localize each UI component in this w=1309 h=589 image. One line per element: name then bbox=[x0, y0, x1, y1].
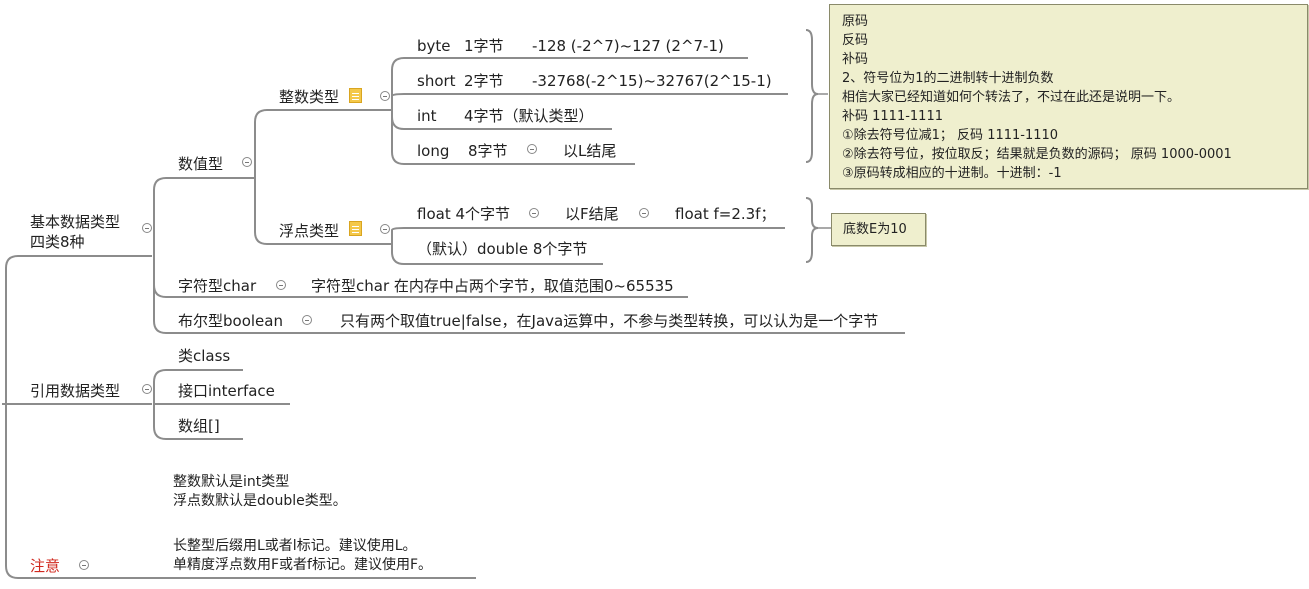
collapse-float-suffix-icon[interactable] bbox=[639, 208, 649, 218]
node-integer-types[interactable]: 整数类型 bbox=[279, 88, 339, 106]
node-numeric[interactable]: 数值型 bbox=[178, 155, 223, 173]
summary-line: ②除去符号位，按位取反；结果就是负数的源码； 原码 1000-0001 bbox=[842, 147, 1232, 162]
summary-line: 2、符号位为1的二进制转十进制负数 bbox=[842, 71, 1054, 86]
summary-line: 补码 1111-1111 bbox=[842, 109, 943, 124]
node-basic-types-line1[interactable]: 基本数据类型 bbox=[30, 213, 120, 231]
notice-line: 单精度浮点数用F或者f标记。建议使用F。 bbox=[173, 557, 433, 573]
summary-integer-box[interactable]: 原码 反码 补码 2、符号位为1的二进制转十进制负数 相信大家已经知道如何个转法… bbox=[829, 4, 1308, 189]
node-boolean-desc[interactable]: 只有两个取值true|false，在Java运算中，不参与类型转换，可以认为是一… bbox=[340, 312, 878, 330]
node-notice[interactable]: 注意 bbox=[30, 557, 60, 575]
summary-float-text: 底数E为10 bbox=[843, 222, 907, 237]
node-byte-range: -128 (-2^7)~127 (2^7-1) bbox=[532, 37, 724, 55]
node-float-types[interactable]: 浮点类型 bbox=[279, 222, 339, 240]
node-short-range: -32768(-2^15)~32767(2^15-1) bbox=[532, 72, 772, 90]
summary-line: ①除去符号位减1； 反码 1111-1110 bbox=[842, 128, 1059, 143]
collapse-long-icon[interactable] bbox=[527, 144, 537, 154]
notice-line: 整数默认是int类型 bbox=[173, 474, 290, 490]
node-int-size: 4字节（默认类型） bbox=[464, 107, 594, 125]
summary-line: 反码 bbox=[842, 33, 869, 48]
collapse-float-icon[interactable] bbox=[529, 208, 539, 218]
collapse-integer-icon[interactable] bbox=[380, 91, 390, 101]
node-short-size: 2字节 bbox=[464, 72, 504, 90]
node-boolean[interactable]: 布尔型boolean bbox=[178, 312, 283, 330]
node-basic-types-line2[interactable]: 四类8种 bbox=[30, 233, 85, 251]
collapse-notice-icon[interactable] bbox=[79, 560, 89, 570]
collapse-basic-icon[interactable] bbox=[142, 223, 152, 233]
node-float[interactable]: float 4个字节 bbox=[417, 205, 510, 223]
node-char[interactable]: 字符型char bbox=[178, 277, 256, 295]
collapse-numeric-icon[interactable] bbox=[242, 157, 252, 167]
node-double[interactable]: （默认）double 8个字节 bbox=[417, 240, 587, 258]
node-reference-item[interactable]: 接口interface bbox=[178, 382, 275, 400]
node-byte-size: 1字节 bbox=[464, 37, 504, 55]
node-long-size: 8字节 bbox=[468, 142, 508, 160]
summary-line: 原码 bbox=[842, 14, 869, 29]
node-reference-types[interactable]: 引用数据类型 bbox=[30, 382, 120, 400]
notice-line: 浮点数默认是double类型。 bbox=[173, 493, 347, 509]
node-reference-item[interactable]: 数组[] bbox=[178, 417, 220, 435]
note-icon[interactable] bbox=[349, 221, 362, 236]
node-short[interactable]: short bbox=[417, 72, 456, 90]
summary-line: 补码 bbox=[842, 52, 869, 67]
collapse-reference-icon[interactable] bbox=[142, 384, 152, 394]
notice-line: 长整型后缀用L或者l标记。建议使用L。 bbox=[173, 538, 417, 554]
node-int[interactable]: int bbox=[417, 107, 437, 125]
summary-float-box[interactable]: 底数E为10 bbox=[831, 213, 926, 246]
node-char-desc[interactable]: 字符型char 在内存中占两个字节，取值范围0~65535 bbox=[311, 277, 674, 295]
collapse-char-icon[interactable] bbox=[276, 280, 286, 290]
summary-line: 相信大家已经知道如何个转法了，不过在此还是说明一下。 bbox=[842, 90, 1181, 105]
node-reference-item[interactable]: 类class bbox=[178, 347, 230, 365]
note-icon[interactable] bbox=[349, 88, 362, 103]
node-long[interactable]: long bbox=[417, 142, 449, 160]
node-long-suffix[interactable]: 以L结尾 bbox=[563, 142, 616, 160]
summary-line: ③原码转成相应的十进制。十进制：-1 bbox=[842, 166, 1062, 181]
node-float-suffix[interactable]: 以F结尾 bbox=[565, 205, 619, 223]
collapse-float-types-icon[interactable] bbox=[380, 224, 390, 234]
node-float-example[interactable]: float f=2.3f； bbox=[675, 205, 775, 223]
node-byte[interactable]: byte bbox=[417, 37, 451, 55]
collapse-boolean-icon[interactable] bbox=[302, 315, 312, 325]
